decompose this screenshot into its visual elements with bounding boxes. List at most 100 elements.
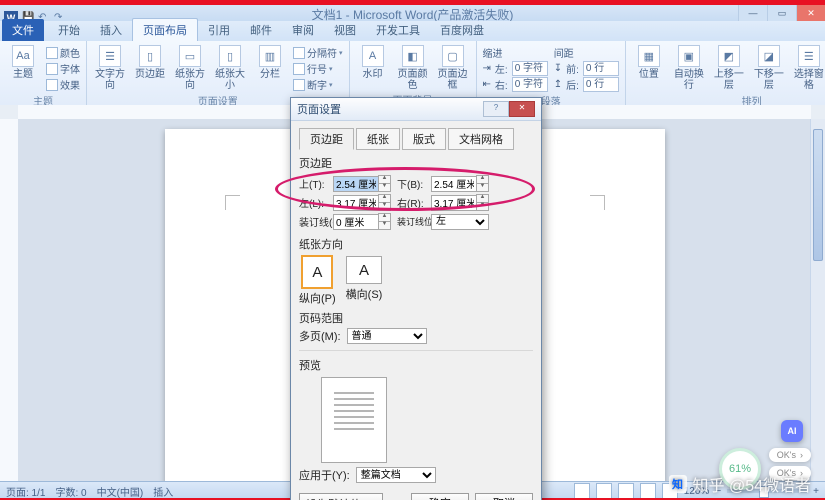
margin-top-spinner[interactable]: ▲▼ xyxy=(333,175,391,192)
set-default-button[interactable]: 设为默认值(D) xyxy=(299,493,383,500)
tab-baidu[interactable]: 百度网盘 xyxy=(430,19,494,41)
margin-right-input[interactable] xyxy=(431,195,477,211)
space-after-icon: ↥ xyxy=(554,79,562,90)
margin-left-label: 左(L): xyxy=(299,195,327,210)
margin-top-input[interactable] xyxy=(333,176,379,192)
breaks-button[interactable]: 分隔符▾ xyxy=(293,45,343,60)
multi-page-select[interactable]: 普通 xyxy=(347,328,427,344)
spin-down-icon[interactable]: ▼ xyxy=(476,203,489,211)
dialog-titlebar[interactable]: 页面设置 ? ✕ xyxy=(291,98,541,121)
wrap-text-icon: ▣ xyxy=(678,45,700,67)
status-insert[interactable]: 插入 xyxy=(153,484,173,499)
margins-button[interactable]: ▯页边距 xyxy=(133,43,167,80)
indent-left-value[interactable]: 0 字符 xyxy=(512,61,548,76)
line-numbers-button[interactable]: 行号▾ xyxy=(293,61,343,76)
tab-references[interactable]: 引用 xyxy=(198,19,240,41)
tab-developer[interactable]: 开发工具 xyxy=(366,19,430,41)
page-border-button[interactable]: ▢页面边框 xyxy=(436,43,470,91)
view-web-icon[interactable] xyxy=(618,483,634,499)
spin-down-icon[interactable]: ▼ xyxy=(476,184,489,192)
maximize-button[interactable]: ▭ xyxy=(767,5,796,21)
indent-right[interactable]: ⇤右:0 字符 xyxy=(483,77,548,92)
indent-left[interactable]: ⇥左:0 字符 xyxy=(483,61,548,76)
chip-ok-1[interactable]: OK's› xyxy=(769,448,811,462)
text-direction-button[interactable]: ☰文字方向 xyxy=(93,43,127,91)
view-print-layout-icon[interactable] xyxy=(574,483,590,499)
indent-right-value[interactable]: 0 字符 xyxy=(512,77,548,92)
wrap-text-button[interactable]: ▣自动换行 xyxy=(672,43,706,91)
gutter-spinner[interactable]: ▲▼ xyxy=(333,213,391,230)
scrollbar-thumb[interactable] xyxy=(813,129,823,261)
zoom-in-icon[interactable]: + xyxy=(813,486,819,497)
margins-section-title: 页边距 xyxy=(299,155,533,171)
position-button[interactable]: ▦位置 xyxy=(632,43,666,80)
group-paragraph: 缩进 ⇥左:0 字符 ⇤右:0 字符 间距 ↧前:0 行 ↥后:0 行 段落 xyxy=(477,41,626,105)
ruler-vertical[interactable] xyxy=(0,119,19,482)
watermark-button[interactable]: A水印 xyxy=(356,43,390,80)
hyphenation-button[interactable]: 断字▾ xyxy=(293,77,343,92)
theme-fonts[interactable]: 字体 xyxy=(46,61,80,76)
tab-mailings[interactable]: 邮件 xyxy=(240,19,282,41)
margin-bottom-input[interactable] xyxy=(431,176,477,192)
orientation-button[interactable]: ▭纸张方向 xyxy=(173,43,207,91)
space-after-value[interactable]: 0 行 xyxy=(583,77,619,92)
tab-home[interactable]: 开始 xyxy=(48,19,90,41)
dialog-tab-layout[interactable]: 版式 xyxy=(402,128,446,150)
indent-header: 缩进 xyxy=(483,45,548,60)
status-lang[interactable]: 中文(中国) xyxy=(97,484,144,499)
preview-section-title: 预览 xyxy=(299,357,533,373)
spin-down-icon[interactable]: ▼ xyxy=(378,184,391,192)
send-backward-button[interactable]: ◪下移一层 xyxy=(752,43,786,91)
group-page-setup: ☰文字方向 ▯页边距 ▭纸张方向 ▯纸张大小 ▥分栏 分隔符▾ 行号▾ 断字▾ … xyxy=(87,41,350,105)
ai-assistant-badge[interactable]: AI xyxy=(781,420,803,442)
margin-left-input[interactable] xyxy=(333,195,379,211)
minimize-button[interactable]: ― xyxy=(738,5,767,21)
effects-icon xyxy=(46,79,58,91)
space-after[interactable]: ↥后:0 行 xyxy=(554,77,619,92)
position-icon: ▦ xyxy=(638,45,660,67)
scrollbar-vertical[interactable] xyxy=(810,119,825,482)
ok-button[interactable]: 确定 xyxy=(411,493,469,500)
orientation-label: 纸张方向 xyxy=(173,69,207,91)
spin-down-icon[interactable]: ▼ xyxy=(378,203,391,211)
cancel-button[interactable]: 取消 xyxy=(475,493,533,500)
tab-page-layout[interactable]: 页面布局 xyxy=(132,18,198,41)
orientation-landscape[interactable]: A 横向(S) xyxy=(346,256,383,306)
close-button[interactable]: ✕ xyxy=(796,5,825,21)
spin-down-icon[interactable]: ▼ xyxy=(378,222,391,230)
tab-view[interactable]: 视图 xyxy=(324,19,366,41)
view-fullscreen-icon[interactable] xyxy=(596,483,612,499)
bring-forward-button[interactable]: ◩上移一层 xyxy=(712,43,746,91)
dialog-tab-grid[interactable]: 文档网格 xyxy=(448,128,514,150)
selection-pane-button[interactable]: ☰选择窗格 xyxy=(792,43,825,91)
dialog-close-button[interactable]: ✕ xyxy=(509,101,535,117)
dialog-tab-paper[interactable]: 纸张 xyxy=(356,128,400,150)
view-outline-icon[interactable] xyxy=(640,483,656,499)
dialog-help-button[interactable]: ? xyxy=(483,101,509,117)
gutter-pos-select[interactable]: 左 xyxy=(431,214,489,230)
page-color-button[interactable]: ◧页面颜色 xyxy=(396,43,430,91)
space-before[interactable]: ↧前:0 行 xyxy=(554,61,619,76)
status-page[interactable]: 页面: 1/1 xyxy=(6,484,45,499)
theme-effects[interactable]: 效果 xyxy=(46,77,80,92)
page-border-label: 页面边框 xyxy=(436,69,470,91)
gutter-input[interactable] xyxy=(333,214,379,230)
theme-colors[interactable]: 颜色 xyxy=(46,45,80,60)
margin-bottom-spinner[interactable]: ▲▼ xyxy=(431,175,489,192)
theme-effects-label: 效果 xyxy=(60,77,80,92)
apply-to-select[interactable]: 整篇文档 xyxy=(356,467,436,483)
tab-file[interactable]: 文件 xyxy=(2,19,44,41)
margin-left-spinner[interactable]: ▲▼ xyxy=(333,194,391,211)
tab-insert[interactable]: 插入 xyxy=(90,19,132,41)
size-button[interactable]: ▯纸张大小 xyxy=(213,43,247,91)
orientation-portrait[interactable]: A 纵向(P) xyxy=(299,256,336,306)
status-words[interactable]: 字数: 0 xyxy=(55,484,86,499)
dialog-tab-margins[interactable]: 页边距 xyxy=(299,128,354,150)
line-numbers-icon xyxy=(293,63,305,75)
margin-right-spinner[interactable]: ▲▼ xyxy=(431,194,489,211)
space-before-value[interactable]: 0 行 xyxy=(583,61,619,76)
columns-button[interactable]: ▥分栏 xyxy=(253,43,287,80)
tab-review[interactable]: 审阅 xyxy=(282,19,324,41)
themes-button[interactable]: Aa 主题 xyxy=(6,43,40,80)
group-theme: Aa 主题 颜色 字体 效果 主题 xyxy=(0,41,87,105)
